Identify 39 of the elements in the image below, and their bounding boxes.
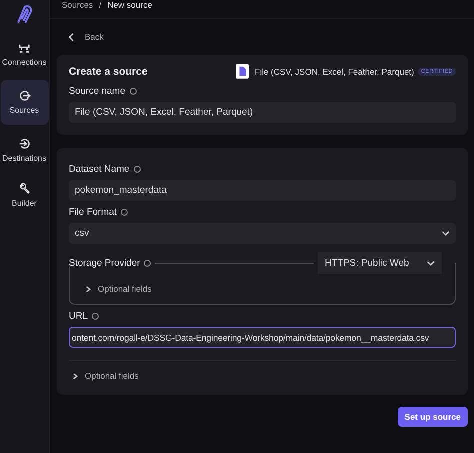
info-icon <box>121 209 128 216</box>
optional-fields-toggle[interactable]: Optional fields <box>73 371 139 381</box>
info-icon <box>130 88 137 95</box>
info-icon <box>134 166 141 173</box>
logo-icon <box>16 4 34 26</box>
input-field[interactable]: ontent.com/rogall-e/DSSG-Data-Engineering-Workshop/main/data/pokemon__masterdata.csv <box>69 327 456 348</box>
file-icon <box>236 64 249 79</box>
sidebar-item[interactable]: Destinations <box>0 131 48 170</box>
set-up-source-button[interactable]: Set up source <box>398 407 468 427</box>
wrench-icon <box>18 183 30 195</box>
chevron-down-icon <box>427 260 435 266</box>
breadcrumb-link[interactable]: Sources <box>62 0 94 10</box>
destinations-icon <box>18 138 30 150</box>
chevron-right-icon <box>73 372 78 380</box>
field-label: Source name <box>69 86 126 97</box>
field-label: File Format <box>69 207 118 218</box>
chevron-down-icon <box>442 231 450 236</box>
info-icon <box>144 260 152 266</box>
optional-fields-toggle[interactable]: Optional fields <box>86 284 152 294</box>
card-title: Create a source <box>69 66 149 78</box>
connector-name: File (CSV, JSON, Excel, Feather, Parquet) <box>255 66 414 76</box>
input-field[interactable]: pokemon_masterdata <box>69 180 456 201</box>
input-field[interactable]: File (CSV, JSON, Excel, Feather, Parquet) <box>69 102 456 123</box>
field-label: Storage Provider <box>69 258 140 268</box>
chevron-right-icon <box>86 286 91 292</box>
sidebar-item[interactable]: Connections <box>0 36 48 74</box>
chevron-left-icon <box>68 32 75 42</box>
sidebar-item[interactable]: Builder <box>0 176 48 215</box>
connections-icon <box>18 43 31 54</box>
back-button[interactable]: Back <box>57 19 104 55</box>
sidebar-item[interactable]: Sources <box>0 80 48 125</box>
field-label: Dataset Name <box>69 164 130 175</box>
field-label: URL <box>69 311 88 322</box>
info-icon <box>92 313 100 320</box>
sources-icon <box>18 90 30 102</box>
breadcrumb-current: New source <box>108 0 152 10</box>
dropdown[interactable]: HTTPS: Public Web <box>318 252 442 274</box>
breadcrumb-separator: / <box>99 0 102 10</box>
dropdown[interactable]: csv <box>69 223 456 244</box>
